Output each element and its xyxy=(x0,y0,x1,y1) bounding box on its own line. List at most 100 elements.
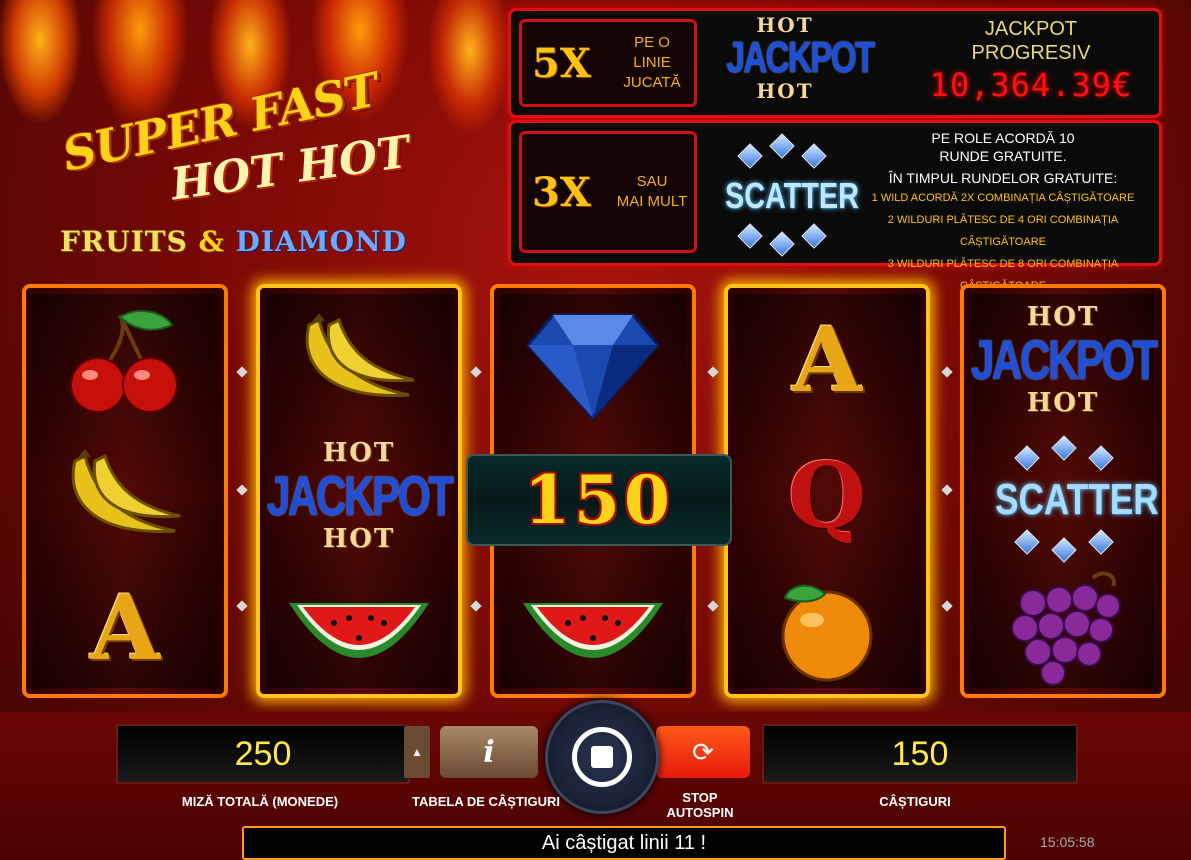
reel-hot-top: HOT xyxy=(1026,302,1100,332)
scatter-symbol: SCATTER xyxy=(711,131,859,257)
banana-icon xyxy=(260,292,458,428)
reel-jackpot: JACKPOT xyxy=(970,328,1158,391)
diamond-icon xyxy=(737,143,763,169)
reel-4: A Q xyxy=(724,284,930,698)
reel-1-letter-a: A xyxy=(26,560,224,694)
letter-a: A xyxy=(90,575,160,681)
jackpot-multiplier: 5X xyxy=(532,39,591,87)
diamond-icon xyxy=(801,223,827,249)
winnings-value: 150 xyxy=(891,734,949,773)
hot-jackpot-icon: HOT JACKPOT HOT xyxy=(260,428,458,564)
total-bet-value: 250 xyxy=(234,734,292,773)
hot-jackpot-icon: HOT JACKPOT HOT xyxy=(964,292,1162,428)
scatter-rule-2: RUNDE GRATUITE. xyxy=(939,148,1067,164)
letter-q: Q xyxy=(787,443,867,549)
hot-jackpot-bottom: HOT xyxy=(756,79,814,103)
scatter-panel: 3X SAU MAI MULT SCATTER PE ROLE ACORDĂ 1… xyxy=(508,120,1162,292)
orange-icon xyxy=(728,560,926,694)
progressive-jackpot-title-1: JACKPOT xyxy=(984,18,1078,40)
reel-hot-bottom: HOT xyxy=(1026,388,1100,418)
payline-marker xyxy=(236,600,248,612)
payline-marker xyxy=(470,366,482,378)
reel-4-letter-q: Q xyxy=(728,428,926,564)
reel-2: HOT JACKPOT HOT xyxy=(256,284,462,698)
banana-icon xyxy=(26,428,224,564)
paytable-button[interactable]: i xyxy=(440,726,538,778)
clock: 15:05:58 xyxy=(1040,834,1095,850)
bet-up-button[interactable]: ▲ xyxy=(404,726,430,778)
payline-marker xyxy=(707,366,719,378)
scatter-rules: PE ROLE ACORDĂ 10 RUNDE GRATUITE. ÎN TIM… xyxy=(853,129,1153,297)
jackpot-multiplier-text: PE O LINIE JUCATĂ xyxy=(612,33,692,93)
reel-4-letter-a: A xyxy=(728,292,926,428)
autospin-icon: ⟳ xyxy=(692,736,714,767)
scatter-icon: SCATTER xyxy=(964,428,1162,564)
arrow-up-icon: ▲ xyxy=(411,745,423,759)
win-amount: 150 xyxy=(524,461,674,539)
jackpot-multiplier-box: 5X PE O LINIE JUCATĂ xyxy=(519,19,697,107)
winnings-display: 150 xyxy=(762,724,1078,784)
progressive-jackpot-title-2: PROGRESIV xyxy=(971,42,1091,64)
status-message-text: Ai câștigat linii 11 ! xyxy=(541,831,707,854)
letter-a: A xyxy=(792,307,862,413)
diamond-icon xyxy=(1088,529,1114,555)
scatter-multiplier: 3X xyxy=(532,168,591,216)
payline-marker xyxy=(941,366,953,378)
watermelon-icon xyxy=(494,560,692,694)
payline-marker xyxy=(941,600,953,612)
scatter-subrule-1: 1 WILD ACORDĂ 2X COMBINAȚIA CÂȘTIGĂTOARE xyxy=(871,192,1135,204)
scatter-rule-1: PE ROLE ACORDĂ 10 xyxy=(931,130,1075,146)
winnings-label: CÂȘTIGURI xyxy=(879,794,951,809)
jackpot-multiplier-text-1: PE O xyxy=(634,34,670,51)
cherry-icon xyxy=(26,292,224,428)
hot-jackpot-mid: JACKPOT xyxy=(726,33,876,82)
reel-hot-bottom: HOT xyxy=(322,524,396,554)
scatter-rule-3: ÎN TIMPUL RUNDELOR GRATUITE: xyxy=(888,170,1118,186)
reel-1: A xyxy=(22,284,228,698)
logo-fruits-diamond: FRUITS & DIAMOND xyxy=(60,225,407,258)
diamond-icon xyxy=(494,292,692,428)
payline-marker xyxy=(236,484,248,496)
payline-marker xyxy=(941,484,953,496)
stop-icon xyxy=(572,727,632,787)
paytable-label: TABELA DE CÂȘTIGURI xyxy=(411,794,561,809)
payline-marker xyxy=(470,600,482,612)
reel-hot-top: HOT xyxy=(322,438,396,468)
diamond-icon xyxy=(1014,529,1040,555)
scatter-multiplier-box: 3X SAU MAI MULT xyxy=(519,131,697,253)
logo-fruits: FRUITS xyxy=(60,225,188,258)
diamond-icon xyxy=(1088,445,1114,471)
reel-jackpot: JACKPOT xyxy=(266,464,454,527)
progressive-jackpot: JACKPOT PROGRESIV 10,364.39€ xyxy=(911,17,1151,105)
diamond-icon xyxy=(1014,445,1040,471)
scatter-word: SCATTER xyxy=(725,175,859,216)
info-icon: i xyxy=(483,734,495,770)
jackpot-multiplier-text-2: LINIE xyxy=(633,54,671,71)
logo-diamond: DIAMOND xyxy=(235,225,407,258)
diamond-icon xyxy=(769,133,795,159)
autospin-button[interactable]: ⟳ xyxy=(656,726,750,778)
hot-jackpot-symbol: HOT JACKPOT HOT xyxy=(707,15,876,103)
status-message: Ai câștigat linii 11 ! xyxy=(242,826,1006,860)
diamond-icon xyxy=(737,223,763,249)
payline-marker xyxy=(236,366,248,378)
jackpot-panel: 5X PE O LINIE JUCATĂ HOT JACKPOT HOT JAC… xyxy=(508,8,1162,118)
grapes-icon xyxy=(964,560,1162,694)
watermelon-icon xyxy=(260,560,458,694)
scatter-multiplier-text: SAU MAI MULT xyxy=(612,172,692,212)
win-amount-box: 150 xyxy=(466,454,732,546)
diamond-icon xyxy=(769,231,795,257)
total-bet-display: 250 xyxy=(116,724,410,784)
autospin-label-2: AUTOSPIN xyxy=(666,805,734,820)
diamond-icon xyxy=(1051,537,1077,563)
diamond-icon xyxy=(1051,435,1077,461)
game-logo: SUPER FAST HOT HOT FRUITS & DIAMOND xyxy=(40,62,450,265)
payline-marker xyxy=(707,600,719,612)
autospin-label: STOP AUTOSPIN xyxy=(640,790,760,820)
reel-scatter-word: SCATTER xyxy=(995,475,1159,524)
autospin-label-1: STOP xyxy=(682,790,718,805)
jackpot-multiplier-text-3: JUCATĂ xyxy=(623,74,681,91)
diamond-icon xyxy=(801,143,827,169)
logo-ampersand: & xyxy=(198,225,225,258)
progressive-jackpot-value: 10,364.39€ xyxy=(929,66,1133,104)
